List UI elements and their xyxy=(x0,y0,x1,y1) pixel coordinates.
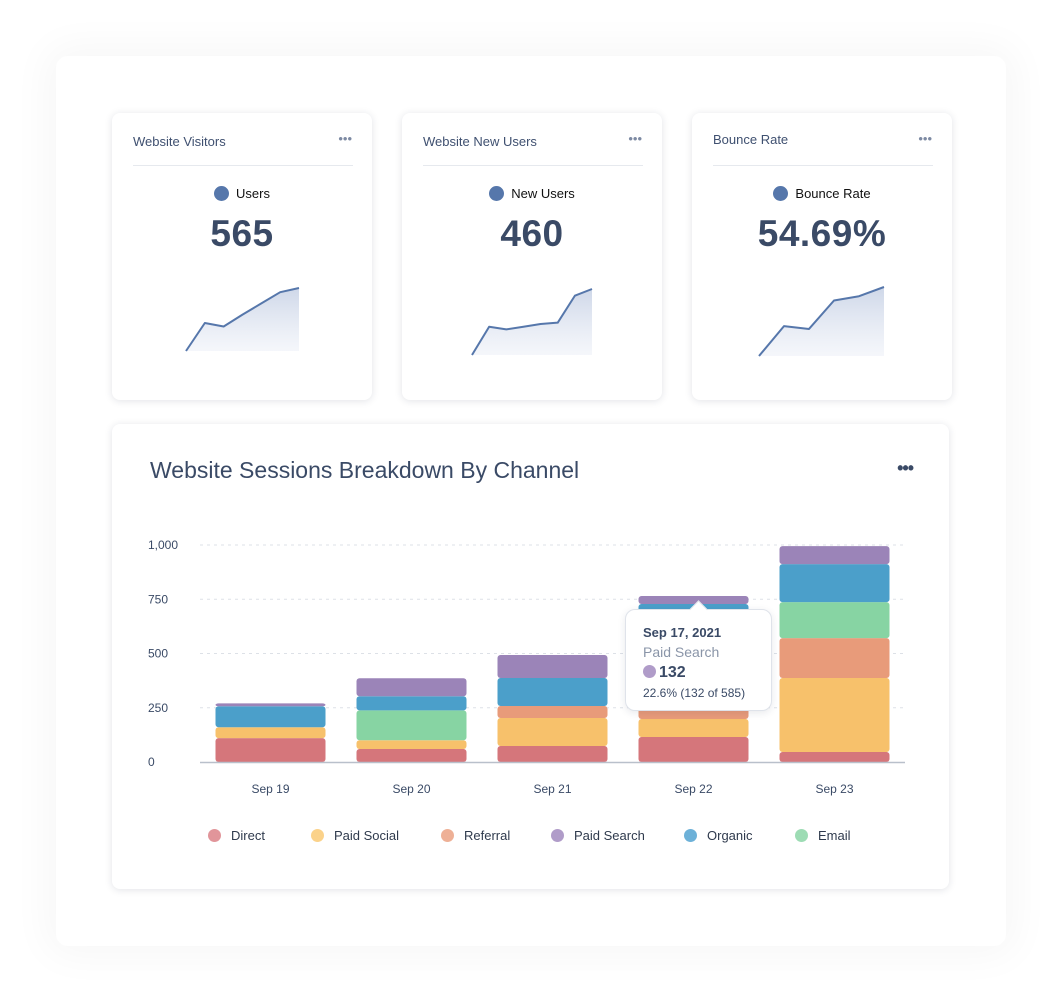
x-tick-label: Sep 19 xyxy=(251,782,289,796)
legend-label: New Users xyxy=(511,186,575,201)
metric-value: 54.69% xyxy=(757,213,887,254)
bar-stack[interactable] xyxy=(779,546,890,762)
stacked-bar-chart: 0 250 500 750 1,000 Sep 19 Sep 20 Sep 21 Sep 22 S… xyxy=(148,538,905,796)
more-horizontal-icon[interactable]: ••• xyxy=(918,131,932,146)
y-tick-label: 1,000 xyxy=(148,538,178,552)
more-horizontal-icon[interactable]: ••• xyxy=(338,131,352,146)
divider xyxy=(713,165,933,166)
bar-segment-email[interactable] xyxy=(779,602,890,639)
legend-label: Email xyxy=(818,828,851,843)
sparkline-area xyxy=(759,287,884,356)
sparkline xyxy=(185,287,300,352)
legend-dot-icon xyxy=(208,829,221,842)
legend-label: Organic xyxy=(707,828,753,843)
metric-legend: New Users xyxy=(402,186,662,201)
tooltip-series: Paid Search xyxy=(643,644,720,660)
legend-dot-icon xyxy=(311,829,324,842)
more-horizontal-icon[interactable]: ••• xyxy=(628,131,642,146)
legend-dot-icon xyxy=(551,829,564,842)
bar-segment-direct[interactable] xyxy=(356,748,467,762)
metric-legend: Users xyxy=(112,186,372,201)
bar-segment-paid-social[interactable] xyxy=(638,719,749,738)
x-tick-label: Sep 21 xyxy=(533,782,571,796)
legend-dot-icon xyxy=(684,829,697,842)
bar-segment-direct[interactable] xyxy=(779,752,890,762)
legend-dot-icon xyxy=(773,186,789,201)
legend-label: Paid Social xyxy=(334,828,400,843)
bar-segment-paid-social[interactable] xyxy=(215,727,326,739)
bar-segment-organic[interactable] xyxy=(497,678,608,707)
legend-dot-icon xyxy=(441,829,454,842)
chart-tooltip: Sep 17, 2021 Paid Search 132 22.6% (132 … xyxy=(625,600,772,711)
sessions-chart-card: Website Sessions Breakdown By Channel ••… xyxy=(112,424,949,889)
bar-segment-organic[interactable] xyxy=(356,696,467,711)
legend-item-email[interactable]: Email xyxy=(795,828,851,843)
kpi-card-website-new-users: Website New Users ••• New Users 460 xyxy=(402,113,662,400)
tooltip-date: Sep 17, 2021 xyxy=(643,625,722,640)
sparkline xyxy=(758,286,885,357)
legend-item-organic[interactable]: Organic xyxy=(684,828,753,843)
bar-segment-paid-social[interactable] xyxy=(356,740,467,749)
sparkline-area xyxy=(186,288,299,351)
bar-segment-organic[interactable] xyxy=(779,564,890,603)
bar-segment-paid-search[interactable] xyxy=(356,678,467,697)
bar-segment-organic[interactable] xyxy=(215,706,326,728)
legend-label: Bounce Rate xyxy=(795,186,871,201)
legend-item-paid-search[interactable]: Paid Search xyxy=(551,828,645,843)
legend-label: Referral xyxy=(464,828,511,843)
bar-stack[interactable] xyxy=(497,655,608,762)
tooltip-detail: 22.6% (132 of 585) xyxy=(643,686,746,700)
card-title: Bounce Rate xyxy=(713,132,789,147)
bar-segment-paid-search[interactable] xyxy=(215,703,326,707)
legend-label: Direct xyxy=(231,828,265,843)
legend-label: Paid Search xyxy=(574,828,645,843)
legend-dot-icon xyxy=(795,829,808,842)
bar-segment-paid-social[interactable] xyxy=(779,678,890,753)
metric-value: 565 xyxy=(210,213,274,254)
metric-value: 460 xyxy=(500,213,564,254)
legend-item-paid-social[interactable]: Paid Social xyxy=(311,828,399,843)
legend-dot-icon xyxy=(214,186,230,201)
metric-legend: Bounce Rate xyxy=(692,186,952,201)
sparkline xyxy=(471,288,593,356)
bar-segment-direct[interactable] xyxy=(497,745,608,762)
bar-segment-paid-search[interactable] xyxy=(638,595,749,605)
legend-label: Users xyxy=(236,186,270,201)
legend-dot-icon xyxy=(489,186,505,201)
bar-segment-direct[interactable] xyxy=(215,738,326,762)
bar-segment-paid-search[interactable] xyxy=(497,655,608,679)
divider xyxy=(423,165,643,166)
tooltip-dot-icon xyxy=(643,665,656,678)
divider xyxy=(133,165,353,166)
bar-segment-referral[interactable] xyxy=(779,638,890,679)
card-title: Website New Users xyxy=(423,134,537,149)
bar-segment-direct[interactable] xyxy=(638,737,749,762)
tooltip-value: 132 xyxy=(659,664,686,681)
x-tick-label: Sep 22 xyxy=(674,782,712,796)
bar-stack[interactable] xyxy=(215,703,326,762)
tooltip-value-row: 132 xyxy=(643,664,686,682)
card-title: Website Visitors xyxy=(133,134,226,149)
bar-segment-paid-social[interactable] xyxy=(497,717,608,746)
kpi-card-website-visitors: Website Visitors ••• Users 565 xyxy=(112,113,372,400)
bar-segment-email[interactable] xyxy=(356,710,467,741)
bar-stack[interactable] xyxy=(356,678,467,762)
y-tick-label: 500 xyxy=(148,647,168,661)
x-tick-label: Sep 20 xyxy=(392,782,430,796)
legend-item-direct[interactable]: Direct xyxy=(208,828,265,843)
bar-segment-referral[interactable] xyxy=(497,706,608,718)
y-tick-label: 0 xyxy=(148,755,155,769)
kpi-card-bounce-rate: Bounce Rate ••• Bounce Rate 54.69% xyxy=(692,113,952,400)
bar-segment-paid-search[interactable] xyxy=(779,546,890,565)
x-tick-label: Sep 23 xyxy=(815,782,853,796)
y-tick-label: 750 xyxy=(148,592,168,606)
legend-item-referral[interactable]: Referral xyxy=(441,828,510,843)
y-tick-label: 250 xyxy=(148,701,168,715)
